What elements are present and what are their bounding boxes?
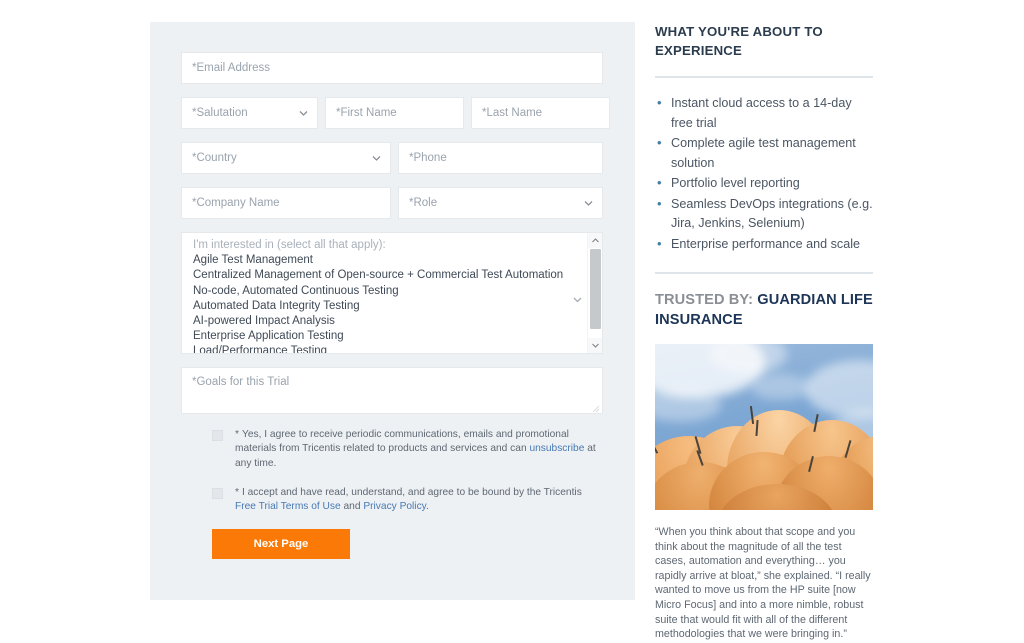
list-item: Enterprise performance and scale	[655, 234, 873, 255]
next-page-button[interactable]: Next Page	[212, 529, 350, 560]
trusted-by-heading: TRUSTED BY: GUARDIAN LIFE INSURANCE	[655, 290, 873, 330]
chevron-down-icon	[584, 199, 593, 208]
trusted-by-label: TRUSTED BY:	[655, 292, 758, 308]
terms-consent-checkbox[interactable]	[212, 487, 223, 499]
form-row-company-role: *Company Name *Role	[181, 187, 603, 219]
list-item[interactable]: Agile Test Management	[193, 253, 602, 268]
customer-quote: “When you think about that scope and you…	[655, 526, 871, 641]
form-row-country-phone: *Country *Phone	[181, 142, 603, 174]
company-placeholder-text: *Company Name	[192, 197, 280, 209]
page-title: WHAT YOU'RE ABOUT TO EXPERIENCE	[655, 24, 823, 58]
first-name-field[interactable]: *First Name	[325, 97, 464, 129]
list-item[interactable]: Enterprise Application Testing	[193, 329, 602, 344]
interests-option-list: I'm interested in (select all that apply…	[182, 233, 602, 353]
scroll-down-arrow-icon[interactable]	[588, 338, 602, 353]
form-row-email: *Email Address	[181, 52, 603, 84]
country-select[interactable]: *Country	[181, 142, 391, 174]
consent-text-part-3: .	[426, 501, 429, 513]
last-name-placeholder-text: *Last Name	[482, 107, 543, 119]
list-item: Complete agile test management solution	[655, 133, 873, 173]
resize-grip-icon[interactable]	[592, 404, 600, 413]
first-name-placeholder-text: *First Name	[336, 107, 397, 119]
marketing-consent-label: * Yes, I agree to receive periodic commun…	[235, 428, 603, 471]
scroll-up-arrow-icon[interactable]	[588, 233, 602, 248]
role-placeholder-text: *Role	[409, 197, 438, 209]
consent-row-marketing: * Yes, I agree to receive periodic commun…	[181, 428, 603, 471]
divider	[655, 272, 873, 274]
phone-placeholder-text: *Phone	[409, 152, 447, 164]
email-placeholder-text: *Email Address	[192, 62, 270, 74]
consent-text-part-1: I accept and have read, understand, and …	[241, 486, 582, 498]
sidebar: WHAT YOU'RE ABOUT TO EXPERIENCE Instant …	[655, 22, 873, 642]
scrollbar-thumb[interactable]	[590, 249, 601, 329]
consent-row-terms: * I accept and have read, understand, and…	[181, 486, 603, 515]
free-trial-terms-of-use-link[interactable]: Free Trial Terms of Use	[235, 501, 341, 512]
email-field[interactable]: *Email Address	[181, 52, 603, 84]
salutation-placeholder-text: *Salutation	[192, 107, 248, 119]
last-name-field[interactable]: *Last Name	[471, 97, 610, 129]
unsubscribe-link[interactable]: unsubscribe	[529, 443, 584, 454]
goals-textarea[interactable]: *Goals for this Trial	[181, 367, 603, 414]
chevron-down-icon	[372, 154, 381, 163]
orange-umbrellas-photo	[655, 344, 873, 510]
interests-multiselect-listbox[interactable]: I'm interested in (select all that apply…	[181, 232, 603, 354]
chevron-down-icon	[573, 291, 582, 303]
country-placeholder-text: *Country	[192, 152, 237, 164]
required-asterisk: *	[235, 429, 239, 440]
list-item[interactable]: Load/Performance Testing	[193, 344, 602, 353]
benefits-list: Instant cloud access to a 14-day free tr…	[655, 93, 873, 255]
list-item: Portfolio level reporting	[655, 173, 873, 194]
marketing-consent-checkbox[interactable]	[212, 430, 223, 441]
trial-signup-form-panel: *Email Address *Salutation *First Name *…	[150, 22, 635, 600]
divider	[655, 76, 873, 78]
privacy-policy-link[interactable]: Privacy Policy	[363, 501, 426, 512]
list-item[interactable]: Automated Data Integrity Testing	[193, 299, 602, 314]
salutation-select[interactable]: *Salutation	[181, 97, 318, 129]
chevron-down-icon	[299, 109, 308, 118]
phone-field[interactable]: *Phone	[398, 142, 603, 174]
list-item[interactable]: Centralized Management of Open-source + …	[193, 268, 602, 283]
list-item[interactable]: No-code, Automated Continuous Testing	[193, 284, 602, 299]
required-asterisk: *	[235, 486, 239, 498]
consent-text-part-2: and	[340, 501, 364, 513]
terms-consent-label: * I accept and have read, understand, and…	[235, 486, 603, 515]
listbox-scrollbar[interactable]	[587, 233, 602, 353]
interests-hint-option: I'm interested in (select all that apply…	[193, 239, 386, 251]
role-select[interactable]: *Role	[398, 187, 603, 219]
goals-placeholder-text: *Goals for this Trial	[192, 376, 290, 388]
list-item: Seamless DevOps integrations (e.g. Jira,…	[655, 194, 873, 234]
list-item: Instant cloud access to a 14-day free tr…	[655, 93, 873, 133]
list-item[interactable]: AI-powered Impact Analysis	[193, 314, 602, 329]
form-row-name: *Salutation *First Name *Last Name	[181, 97, 610, 129]
company-name-field[interactable]: *Company Name	[181, 187, 391, 219]
consent-text-part-1: Yes, I agree to receive periodic communi…	[235, 429, 569, 455]
